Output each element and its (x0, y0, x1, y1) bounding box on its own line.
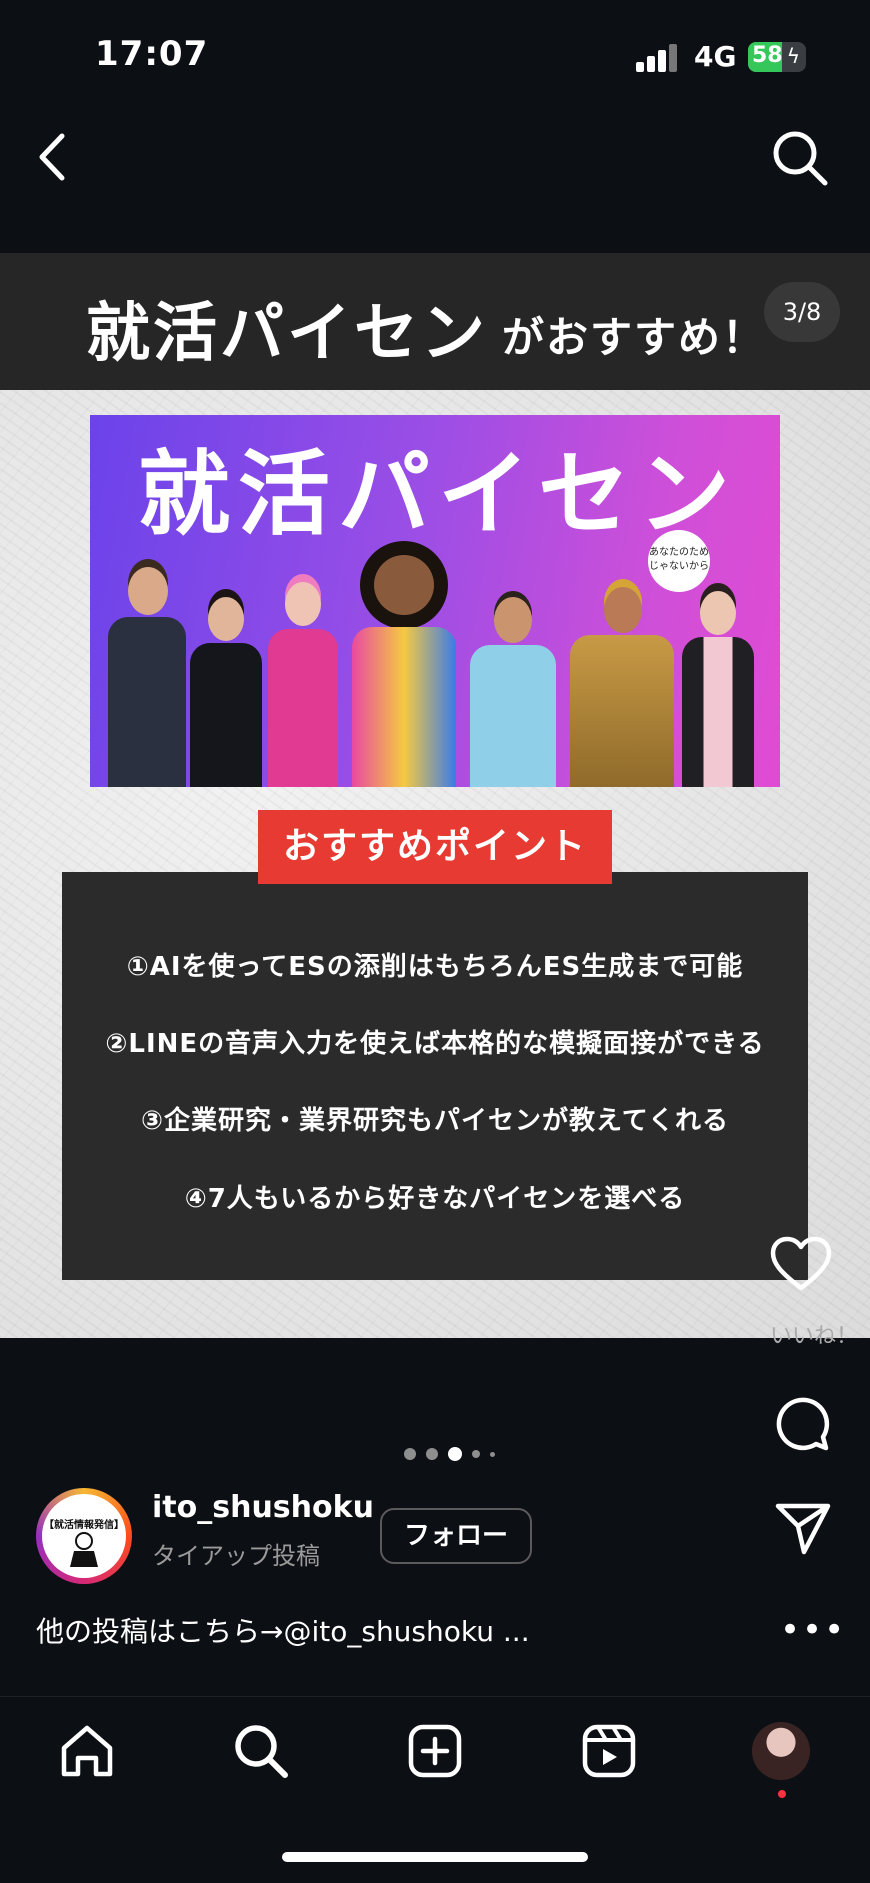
follow-button[interactable]: フォロー (380, 1508, 532, 1564)
battery-icon: 58 ϟ (748, 42, 806, 72)
notification-dot (778, 1790, 786, 1798)
profile-avatar[interactable] (752, 1722, 810, 1780)
slide-title: 就活パイセン (86, 297, 488, 371)
sponsored-label: タイアップ投稿 (152, 1542, 320, 1570)
carousel-counter: 3/8 (764, 282, 840, 342)
create-post-icon[interactable] (406, 1722, 464, 1780)
share-icon[interactable] (774, 1502, 832, 1556)
avatar-label: 【就活情報発信】 (44, 1520, 124, 1531)
character-suit-man (108, 567, 186, 787)
chevron-left-icon[interactable] (34, 130, 70, 184)
like-label: いいね！ (770, 1324, 859, 1349)
character-afro-man (352, 555, 456, 787)
carousel-dot-active (448, 1447, 462, 1461)
search-icon[interactable] (770, 128, 830, 188)
charging-bolt-icon: ϟ (786, 44, 800, 68)
points-panel (62, 872, 808, 1280)
cellular-signal-icon (636, 44, 680, 72)
status-time: 17:07 (95, 34, 209, 74)
banner-title: 就活パイセン (138, 441, 739, 548)
point-item: ②LINEの音声入力を使えば本格的な模擬面接ができる (105, 1029, 765, 1059)
reels-icon[interactable] (580, 1722, 638, 1780)
character-king (570, 587, 674, 787)
character-jacket-girl (682, 591, 754, 787)
home-indicator[interactable] (282, 1852, 588, 1862)
slide-subtitle: がおすすめ！ (502, 313, 767, 362)
home-icon[interactable] (58, 1722, 116, 1780)
recommend-tag: おすすめポイント (258, 810, 612, 884)
carousel-indicator (404, 1444, 495, 1464)
search-tab-icon[interactable] (232, 1722, 290, 1780)
author-username[interactable]: ito_shushoku (152, 1490, 374, 1525)
battery-percent: 58 (752, 43, 783, 68)
carousel-dot (426, 1448, 438, 1460)
post-caption[interactable]: 他の投稿はこちら→@ito_shushoku ... (36, 1610, 530, 1650)
author-avatar[interactable]: 【就活情報発信】 (42, 1494, 126, 1578)
person-illustration-icon (70, 1532, 98, 1567)
point-item: ③企業研究・業界研究もパイセンが教えてくれる (141, 1106, 729, 1136)
point-item: ④7人もいるから好きなパイセンを選べる (184, 1184, 686, 1214)
speech-bubble: あなたのため じゃないから (648, 530, 710, 592)
network-type: 4G (694, 40, 737, 73)
character-pink-hair-girl (268, 582, 338, 787)
carousel-dot (490, 1451, 495, 1457)
character-business-woman (190, 597, 262, 787)
comment-icon[interactable] (774, 1396, 830, 1452)
carousel-dot (404, 1448, 416, 1460)
character-casual-man (470, 597, 556, 787)
heart-icon[interactable] (770, 1236, 832, 1292)
more-options-icon[interactable]: ••• (780, 1610, 846, 1650)
carousel-dot (472, 1450, 480, 1458)
point-item: ①AIを使ってESの添削はもちろんES生成まで可能 (126, 952, 744, 982)
